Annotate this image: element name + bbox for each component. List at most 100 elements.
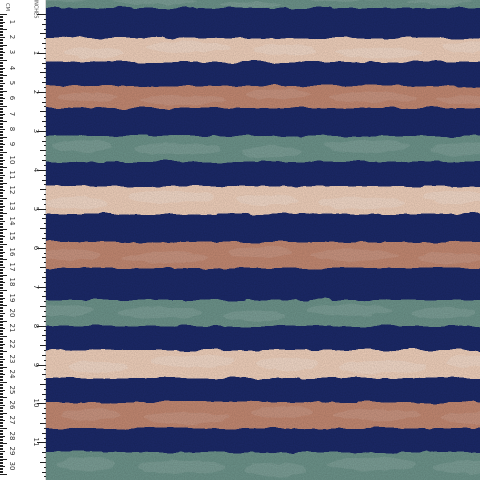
eighth-inch-tick — [44, 48, 46, 50]
eighth-inch-tick — [44, 291, 46, 293]
eighth-inch-tick — [40, 306, 46, 308]
cm-label: 13 — [8, 201, 16, 211]
eighth-inch-tick — [40, 461, 46, 463]
eighth-inch-tick — [44, 340, 46, 342]
eighth-inch-tick — [42, 257, 46, 259]
eighth-inch-tick — [44, 203, 46, 205]
eighth-inch-tick — [44, 213, 46, 215]
eighth-inch-tick — [42, 354, 46, 356]
eighth-inch-tick — [42, 413, 46, 415]
eighth-inch-tick — [42, 276, 46, 278]
eighth-inch-tick — [44, 184, 46, 186]
cm-label: 2 — [8, 34, 16, 40]
eighth-inch-tick — [42, 432, 46, 434]
eighth-inch-tick — [40, 189, 46, 191]
cm-label: 22 — [8, 339, 16, 349]
eighth-inch-tick — [42, 82, 46, 84]
eighth-inch-tick — [42, 452, 46, 454]
inch-unit-label: INCHES — [32, 0, 39, 19]
eighth-inch-tick — [42, 237, 46, 239]
eighth-inch-tick — [44, 476, 46, 478]
cm-label: 29 — [8, 446, 16, 456]
inch-label: 10 — [32, 398, 40, 408]
inch-label: 2 — [32, 89, 40, 95]
eighth-inch-tick — [42, 101, 46, 103]
eighth-inch-tick — [44, 223, 46, 225]
inch-label: 3 — [32, 128, 40, 134]
cm-label: 30 — [8, 461, 16, 471]
eighth-inch-tick — [44, 437, 46, 439]
cm-label: 18 — [8, 277, 16, 287]
eighth-inch-tick — [44, 96, 46, 98]
eighth-inch-tick — [44, 408, 46, 410]
eighth-inch-tick — [44, 233, 46, 235]
eighth-inch-tick — [40, 422, 46, 424]
eighth-inch-tick — [44, 330, 46, 332]
eighth-inch-tick — [40, 228, 46, 230]
eighth-inch-tick — [44, 57, 46, 59]
eighth-inch-tick — [42, 179, 46, 181]
cm-label: 20 — [8, 308, 16, 318]
eighth-inch-tick — [44, 466, 46, 468]
eighth-inch-tick — [42, 121, 46, 123]
eighth-inch-tick — [44, 67, 46, 69]
eighth-inch-tick — [44, 359, 46, 361]
eighth-inch-tick — [40, 111, 46, 113]
cm-label: 25 — [8, 385, 16, 395]
eighth-inch-tick — [42, 218, 46, 220]
measurement-ruler: CM INCHES 1 2 3 4 5 6 7 8 9 10 11 12 13 14 15 16 17 18 19 20 2… — [0, 0, 480, 480]
cm-label: 24 — [8, 369, 16, 379]
cm-label: 11 — [8, 170, 16, 180]
eighth-inch-tick — [44, 262, 46, 264]
eighth-inch-tick — [44, 281, 46, 283]
eighth-inch-tick — [40, 345, 46, 347]
eighth-inch-tick — [44, 369, 46, 371]
eighth-inch-tick — [44, 418, 46, 420]
eighth-inch-tick — [44, 398, 46, 400]
eighth-inch-tick — [44, 106, 46, 108]
eighth-inch-tick — [40, 150, 46, 152]
inch-label: 9 — [32, 362, 40, 367]
cm-label: 16 — [8, 247, 16, 257]
eighth-inch-tick — [44, 252, 46, 254]
eighth-inch-tick — [42, 140, 46, 142]
cm-label: 6 — [8, 96, 16, 101]
eighth-inch-tick — [42, 198, 46, 200]
eighth-inch-tick — [42, 296, 46, 298]
eighth-inch-tick — [37, 14, 46, 15]
eighth-inch-tick — [44, 301, 46, 303]
eighth-inch-tick — [44, 28, 46, 30]
inch-label: 6 — [32, 245, 40, 250]
inch-label: 4 — [32, 167, 40, 173]
inch-label: 11 — [32, 437, 40, 447]
eighth-inch-tick — [44, 116, 46, 118]
eighth-inch-tick — [44, 77, 46, 79]
cm-label: 15 — [8, 231, 16, 241]
eighth-inch-tick — [44, 38, 46, 40]
cm-label: 23 — [8, 354, 16, 364]
eighth-inch-tick — [40, 33, 46, 35]
cm-label: 5 — [8, 80, 16, 86]
eighth-inch-tick — [44, 174, 46, 176]
cm-label: 28 — [8, 431, 16, 441]
eighth-inch-tick — [44, 320, 46, 322]
mm-tick — [0, 474, 7, 475]
eighth-inch-tick — [40, 267, 46, 269]
eighth-inch-tick — [42, 335, 46, 337]
eighth-inch-tick — [44, 125, 46, 127]
eighth-inch-tick — [42, 43, 46, 45]
cm-label: 1 — [8, 19, 16, 24]
eighth-inch-tick — [40, 72, 46, 74]
inch-label: 1 — [32, 50, 40, 56]
eighth-inch-tick — [42, 315, 46, 317]
eighth-inch-tick — [44, 310, 46, 312]
eighth-inch-tick — [44, 164, 46, 166]
eighth-inch-tick — [42, 471, 46, 473]
eighth-inch-tick — [42, 160, 46, 162]
eighth-inch-tick — [44, 87, 46, 89]
cm-label: 19 — [8, 293, 16, 303]
cm-label: 21 — [8, 323, 16, 333]
cm-label: 8 — [8, 126, 16, 132]
cm-label: 3 — [8, 50, 16, 55]
eighth-inch-tick — [44, 145, 46, 147]
